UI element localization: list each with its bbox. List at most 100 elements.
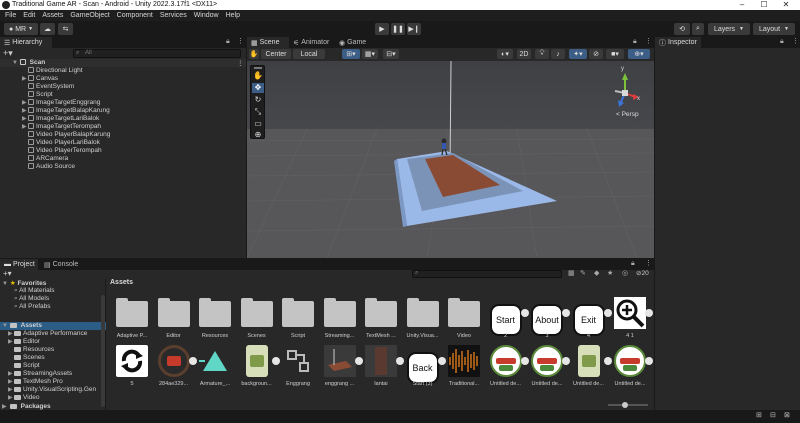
history-icon[interactable]: ⟲ bbox=[674, 23, 690, 35]
star-icon[interactable]: ★ bbox=[607, 269, 613, 277]
lighting-icon[interactable]: 💡︎ bbox=[535, 49, 549, 59]
tab-inspector[interactable]: ⓘ Inspector bbox=[655, 37, 701, 48]
folder-tree-item[interactable]: ▶ Adaptive Performance bbox=[0, 330, 106, 338]
network-icon[interactable]: ⊟ bbox=[770, 411, 776, 419]
folder-tree-item[interactable]: Resources bbox=[0, 346, 106, 354]
expand-sprite-icon[interactable] bbox=[396, 357, 404, 365]
expand-sprite-icon[interactable] bbox=[603, 357, 612, 365]
tab-animator[interactable]: ⚟ Animator bbox=[289, 37, 333, 48]
mode-2d-button[interactable]: 2D bbox=[517, 49, 531, 59]
pivot-center-dropdown[interactable]: Center bbox=[261, 49, 291, 59]
expand-arrow-icon[interactable]: ▼ bbox=[12, 60, 18, 66]
expand-sprite-icon[interactable] bbox=[645, 309, 653, 317]
layout-dropdown[interactable]: Layout ▼ bbox=[753, 23, 795, 35]
expand-arrow-icon[interactable]: ▶ bbox=[2, 403, 8, 410]
expand-sprite-icon[interactable] bbox=[437, 357, 446, 365]
favorite-item[interactable]: ⌕ All Models bbox=[0, 295, 106, 303]
menu-edit[interactable]: Edit bbox=[23, 12, 35, 19]
add-icon[interactable]: +▾ bbox=[3, 269, 12, 278]
hierarchy-item[interactable]: Video PlayerLariBalok bbox=[0, 139, 246, 147]
hierarchy-item[interactable]: EventSystem bbox=[0, 83, 246, 91]
hierarchy-item[interactable]: Directional Light bbox=[0, 67, 246, 75]
kebab-menu-icon[interactable]: ⋮ bbox=[645, 37, 652, 45]
hierarchy-item[interactable]: Script bbox=[0, 91, 246, 99]
hierarchy-item[interactable]: ▶ ImageTargetLariBalok bbox=[0, 115, 246, 123]
expand-sprite-icon[interactable] bbox=[354, 357, 363, 365]
effects-button[interactable]: ✦▾ bbox=[569, 49, 587, 59]
scene-viewport[interactable]: y x < Persp ✋ ✥ ↻ ⤡ ▭ ⊕ bbox=[247, 61, 654, 258]
menu-help[interactable]: Help bbox=[226, 12, 240, 19]
lock-icon[interactable]: 🔒︎ bbox=[780, 38, 784, 46]
move-tool-icon[interactable]: ✥ bbox=[252, 83, 264, 93]
account-button[interactable]: ● MR ▼ bbox=[4, 23, 38, 35]
step-button[interactable]: ▶❙ bbox=[407, 23, 421, 35]
cloud-icon[interactable]: ☁ bbox=[40, 23, 55, 35]
rect-tool-icon[interactable]: ▭ bbox=[252, 119, 264, 129]
menu-assets[interactable]: Assets bbox=[42, 12, 63, 19]
breadcrumb[interactable]: Assets bbox=[110, 279, 133, 286]
expand-sprite-icon[interactable] bbox=[562, 357, 570, 365]
draw-mode-button[interactable]: ◐▾ bbox=[497, 49, 513, 59]
debug-icon[interactable]: ⊠ bbox=[784, 411, 790, 419]
hierarchy-item[interactable]: Audio Source bbox=[0, 163, 246, 171]
expand-sprite-icon[interactable] bbox=[562, 309, 570, 317]
snap-increment-button[interactable]: ▦▾ bbox=[362, 49, 378, 59]
hidden-objects-icon[interactable]: ⊘ bbox=[589, 49, 603, 59]
audio-icon[interactable]: ♪ bbox=[551, 49, 565, 59]
hierarchy-search-input[interactable]: ⌕ All bbox=[73, 49, 241, 58]
add-icon[interactable]: +▾ bbox=[3, 48, 13, 59]
maximize-icon[interactable]: ☐ bbox=[754, 0, 774, 9]
hierarchy-item[interactable]: ▶ ImageTargetBalapKarung bbox=[0, 107, 246, 115]
scale-tool-icon[interactable]: ⤡ bbox=[252, 107, 264, 117]
tab-game[interactable]: ◉ Game bbox=[335, 37, 371, 48]
menu-services[interactable]: Services bbox=[160, 12, 187, 19]
folder-tree-item[interactable]: ▶ Video bbox=[0, 394, 106, 402]
project-search-input[interactable]: ⌕ bbox=[412, 270, 562, 278]
hierarchy-item[interactable]: ▶ ImageTargetEnggrang bbox=[0, 99, 246, 107]
lock-icon[interactable]: 🔒︎ bbox=[226, 38, 230, 46]
kebab-menu-icon[interactable]: ⋮ bbox=[237, 59, 244, 67]
kebab-menu-icon[interactable]: ⋮ bbox=[792, 37, 799, 45]
folder-tree-item[interactable]: Script bbox=[0, 362, 106, 370]
slider-handle[interactable] bbox=[622, 402, 628, 408]
folder-tree-item[interactable]: ▶ Editor bbox=[0, 338, 106, 346]
hidden-packages-count[interactable]: ⊘20 bbox=[636, 269, 649, 277]
menu-gameobject[interactable]: GameObject bbox=[70, 12, 109, 19]
favorite-item[interactable]: ⌕ All Materials bbox=[0, 287, 106, 295]
thumbnail-size-slider[interactable] bbox=[608, 402, 648, 408]
palette-grip-icon[interactable] bbox=[254, 67, 262, 69]
camera-button[interactable]: ■▾ bbox=[606, 49, 624, 59]
expand-sprite-icon[interactable] bbox=[603, 309, 612, 317]
layers-dropdown[interactable]: Layers ▼ bbox=[708, 23, 750, 35]
folder-tree-item[interactable]: ▶ Unity.VisualScripting.Gen bbox=[0, 386, 106, 394]
filter-by-type-icon[interactable]: ▦ bbox=[568, 269, 575, 277]
snap-rotate-button[interactable]: ⊟▾ bbox=[383, 49, 399, 59]
hierarchy-item[interactable]: ARCamera bbox=[0, 155, 246, 163]
tab-scene[interactable]: ▦ Scene bbox=[247, 37, 289, 48]
filter-by-label-icon[interactable]: ✎ bbox=[580, 269, 586, 277]
space-local-dropdown[interactable]: Local bbox=[293, 49, 325, 59]
tab-hierarchy[interactable]: ☰ Hierarchy bbox=[0, 37, 52, 48]
search-icon[interactable]: ⌕ bbox=[692, 23, 704, 35]
eye-icon[interactable]: ◎ bbox=[622, 269, 628, 277]
close-icon[interactable]: ✕ bbox=[776, 0, 796, 9]
progress-icon[interactable]: ⊞ bbox=[756, 411, 762, 419]
tab-console[interactable]: ▤ Console bbox=[40, 259, 82, 270]
tree-scrollbar[interactable] bbox=[101, 295, 105, 407]
minimize-icon[interactable]: – bbox=[732, 0, 752, 9]
favorites-row[interactable]: ▼ ★ Favorites bbox=[0, 279, 106, 287]
grid-snap-button[interactable]: ⊞▾ bbox=[342, 49, 360, 59]
expand-sprite-icon[interactable] bbox=[520, 357, 529, 365]
hierarchy-item[interactable]: Video PlayerTerompah bbox=[0, 147, 246, 155]
collab-icon[interactable]: ⇆ bbox=[58, 23, 73, 35]
pause-button[interactable]: ❚❚ bbox=[391, 23, 405, 35]
hierarchy-item[interactable]: Video PlayerBalapKarung bbox=[0, 131, 246, 139]
tag-icon[interactable]: ◆ bbox=[594, 269, 599, 277]
hierarchy-item[interactable]: ▶ ImageTargetTerompah bbox=[0, 123, 246, 131]
menu-component[interactable]: Component bbox=[117, 12, 153, 19]
expand-sprite-icon[interactable] bbox=[271, 357, 280, 365]
gizmos-button[interactable]: ⊕▾ bbox=[628, 49, 650, 59]
rotate-tool-icon[interactable]: ↻ bbox=[252, 95, 264, 105]
expand-sprite-icon[interactable] bbox=[645, 357, 653, 365]
lock-icon[interactable]: 🔒︎ bbox=[633, 38, 637, 46]
